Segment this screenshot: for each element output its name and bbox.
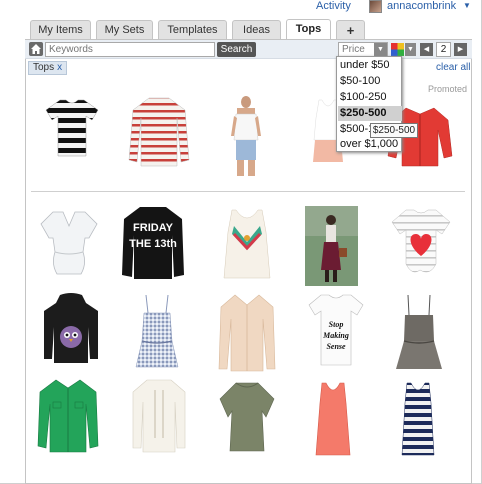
price-option-100-250[interactable]: $100-250 [338, 90, 402, 105]
remove-filter-button[interactable]: x [57, 62, 62, 73]
add-tab-button[interactable]: + [336, 20, 365, 40]
product-grey-peplum-cami[interactable] [396, 293, 442, 371]
top-bar: Activity annacombrink ▼ [0, 0, 482, 16]
product-green-shirt[interactable] [36, 378, 100, 454]
search-button[interactable]: Search [217, 42, 256, 57]
product-olive-knit-top[interactable] [218, 381, 276, 453]
chevron-down-icon[interactable]: ▼ [463, 1, 471, 10]
tab-templates[interactable]: Templates [158, 20, 227, 40]
svg-text:Making: Making [322, 331, 349, 340]
product-owl-hoodie[interactable] [42, 293, 100, 365]
active-filter-tag: Tops x [28, 61, 68, 75]
product-street-style-photo[interactable] [305, 206, 358, 286]
product-white-tank-top[interactable] [228, 96, 264, 178]
prev-page-button[interactable]: ◀ [420, 43, 433, 56]
product-heart-print-tee[interactable] [390, 208, 452, 278]
svg-text:Sense: Sense [326, 342, 346, 351]
promoted-label: Promoted [428, 84, 468, 94]
price-option-under-50[interactable]: under $50 [338, 58, 402, 73]
avatar[interactable] [369, 0, 382, 13]
home-icon[interactable] [29, 42, 43, 56]
clear-all-link[interactable]: clear all [436, 62, 470, 73]
section-divider [31, 191, 465, 192]
username-link[interactable]: annacombrink [387, 0, 456, 12]
chevron-down-icon[interactable]: ▼ [405, 43, 416, 56]
price-option-50-100[interactable]: $50-100 [338, 74, 402, 89]
product-friday-13th-sweatshirt[interactable]: FRIDAY THE 13th [120, 205, 186, 281]
product-gingham-cami[interactable] [134, 293, 180, 369]
tab-tops[interactable]: Tops [286, 19, 331, 40]
page-number-input[interactable]: 2 [436, 42, 451, 57]
price-option-250-500[interactable]: $250-500 [338, 106, 402, 121]
polyvore-panel: Activity annacombrink ▼ My Items My Sets… [0, 0, 482, 484]
svg-text:Stop: Stop [329, 320, 344, 329]
product-embroidered-tank[interactable] [222, 208, 272, 282]
price-tooltip: $250-500 [370, 123, 418, 138]
product-slogan-tee[interactable]: Stop Making Sense [307, 293, 365, 367]
search-input[interactable] [45, 42, 215, 57]
product-navy-striped-tank[interactable] [400, 381, 436, 457]
product-white-blouse[interactable] [39, 208, 99, 278]
product-striped-tshirt[interactable] [44, 98, 100, 158]
tab-ideas[interactable]: Ideas [232, 20, 281, 40]
product-red-striped-top[interactable] [127, 96, 191, 168]
filter-tag-label: Tops [33, 62, 55, 73]
price-option-over-1000[interactable]: over $1,000 [338, 137, 402, 152]
product-sheer-blouse[interactable] [217, 293, 277, 373]
product-cream-knit-sweater[interactable] [131, 378, 187, 454]
color-picker-icon[interactable] [391, 43, 404, 56]
chevron-down-icon[interactable]: ▼ [374, 43, 387, 56]
activity-link[interactable]: Activity [316, 0, 351, 12]
next-page-button[interactable]: ▶ [454, 43, 467, 56]
product-coral-tank[interactable] [314, 381, 352, 457]
tab-my-sets[interactable]: My Sets [96, 20, 153, 40]
svg-text:THE 13th: THE 13th [129, 238, 177, 250]
tab-my-items[interactable]: My Items [30, 20, 91, 40]
svg-text:FRIDAY: FRIDAY [133, 222, 174, 234]
